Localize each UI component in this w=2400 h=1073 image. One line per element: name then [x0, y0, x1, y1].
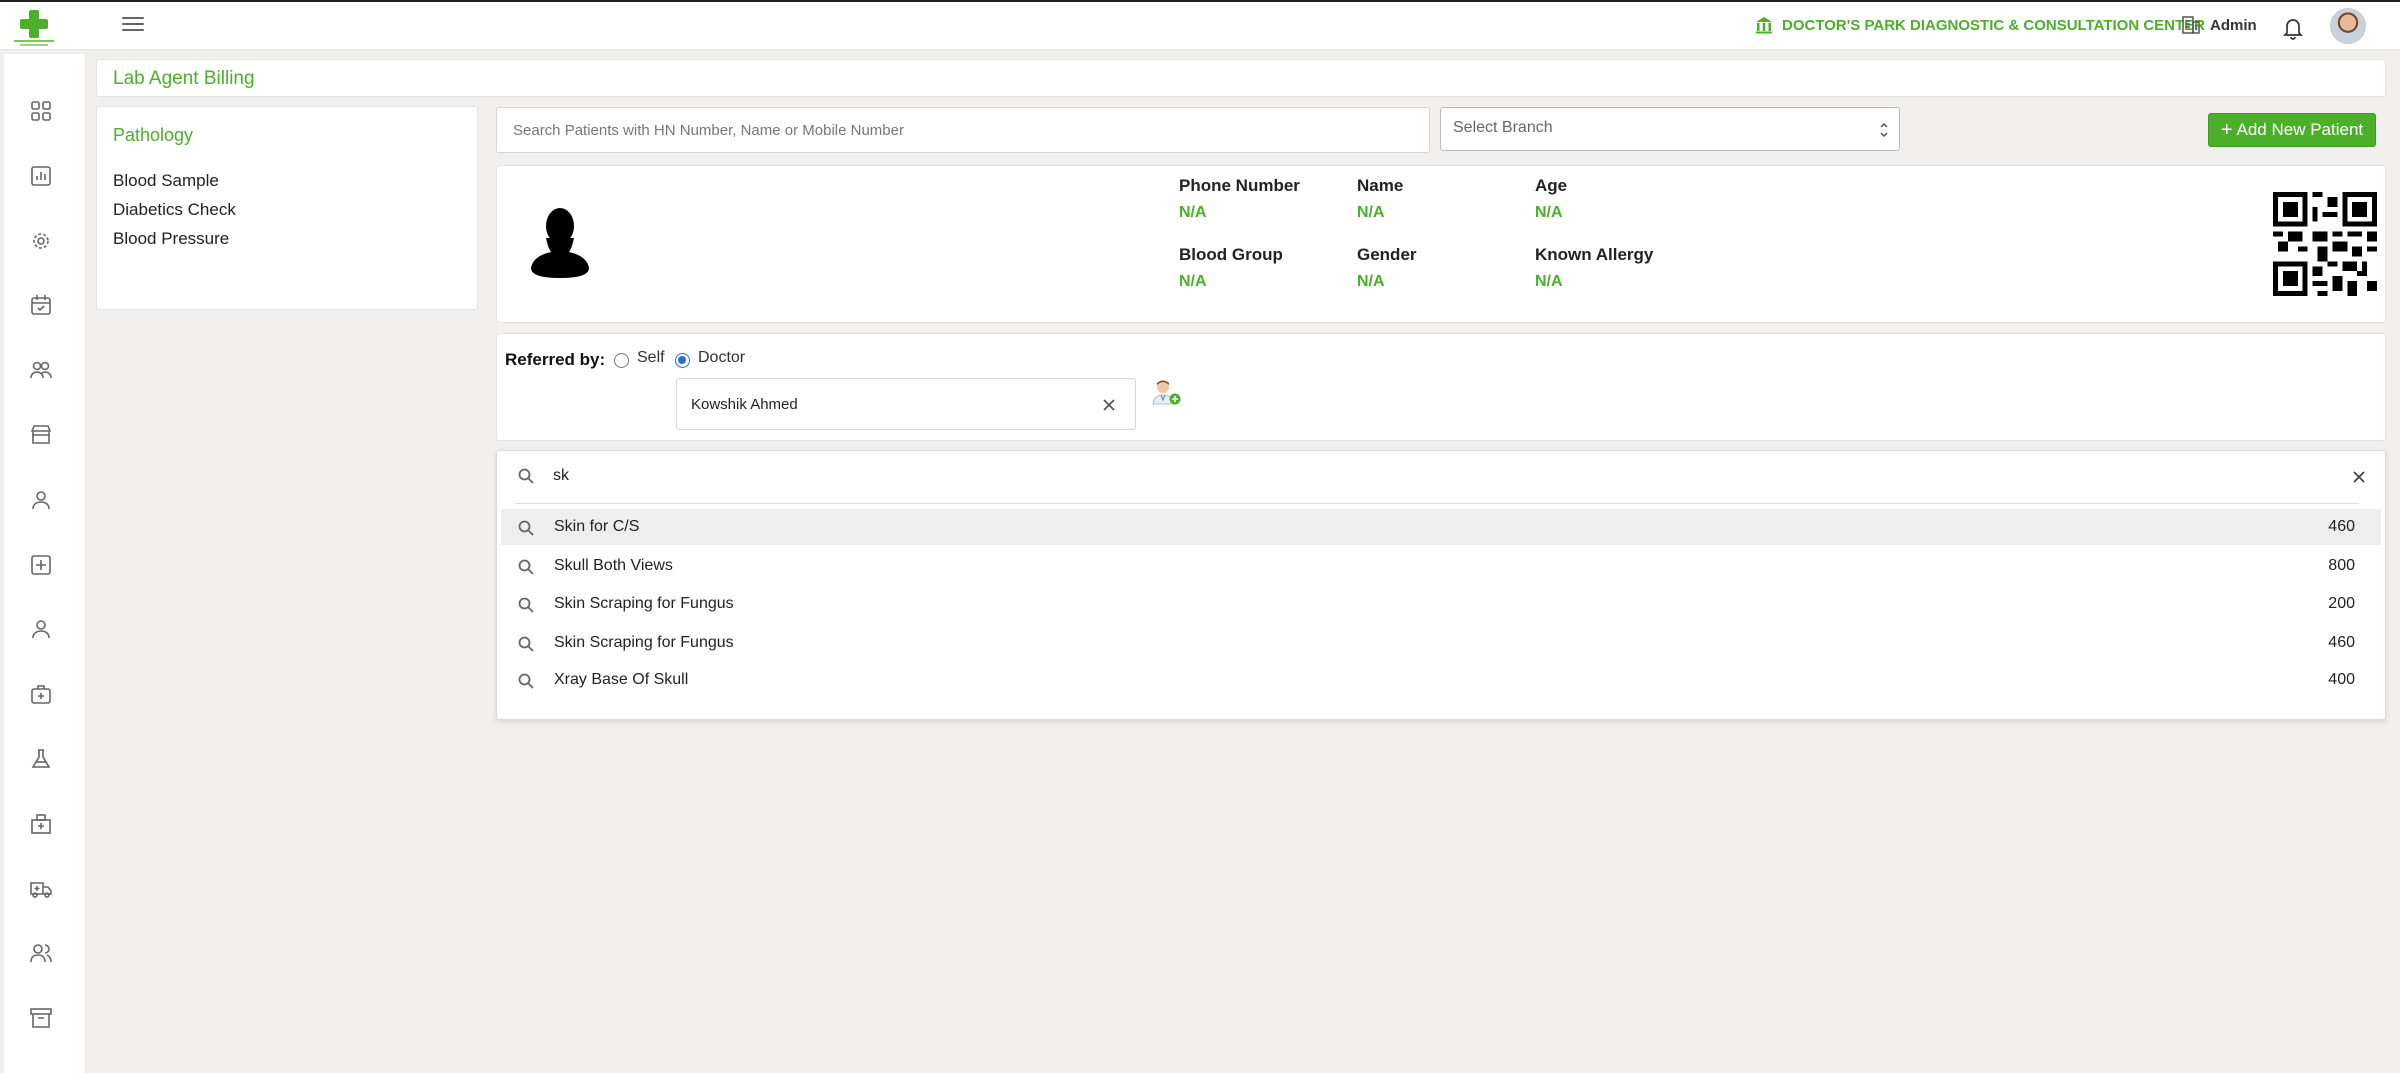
blood-group-value: N/A: [1179, 273, 1207, 290]
test-result-price: 800: [2328, 557, 2355, 574]
category-panel: Pathology Blood Sample Diabetics Check B…: [96, 106, 478, 310]
page-title: Lab Agent Billing: [113, 68, 255, 89]
test-result-item[interactable]: Skin for C/S 460: [501, 509, 2381, 545]
menu-toggle-icon[interactable]: [122, 17, 144, 33]
team-icon[interactable]: [28, 940, 54, 966]
dashboard-icon[interactable]: [28, 98, 54, 124]
branch-select[interactable]: Select Branch: [1440, 107, 1900, 151]
name-value: N/A: [1357, 204, 1385, 221]
test-result-item[interactable]: Skull Both Views 800: [501, 548, 2381, 584]
qr-code-icon: [2273, 192, 2377, 296]
test-result-name: Xray Base Of Skull: [554, 671, 689, 688]
add-new-patient-label: Add New Patient: [2236, 120, 2364, 139]
app-logo[interactable]: [12, 8, 56, 46]
add-doctor-icon[interactable]: [1149, 378, 1183, 410]
test-result-name: Skin Scraping for Fungus: [554, 595, 734, 612]
user-name: Admin: [2210, 16, 2257, 34]
select-arrows-icon: [1880, 122, 1888, 138]
top-bar: DOCTOR'S PARK DIAGNOSTIC & CONSULTATION …: [0, 0, 2400, 50]
test-result-price: 460: [2328, 634, 2355, 651]
calendar-check-icon[interactable]: [28, 292, 54, 318]
doctor-radio-label[interactable]: Doctor: [698, 349, 745, 367]
allergy-label: Known Allergy: [1535, 245, 1654, 264]
test-result-name: Skin Scraping for Fungus: [554, 634, 734, 651]
test-result-price: 400: [2328, 671, 2355, 688]
divider: [515, 503, 2359, 504]
search-icon: [518, 636, 534, 652]
phone-label: Phone Number: [1179, 176, 1300, 195]
organization-name: DOCTOR'S PARK DIAGNOSTIC & CONSULTATION …: [1754, 15, 2205, 35]
test-result-price: 460: [2328, 518, 2355, 535]
user-icon[interactable]: [28, 616, 54, 642]
patient-silhouette-icon: [531, 208, 589, 278]
age-label: Age: [1535, 176, 1568, 195]
medical-case-icon[interactable]: [28, 681, 54, 707]
patient-info-card: Phone Number N/A Name N/A Age N/A Blood …: [496, 165, 2386, 323]
test-result-name: Skull Both Views: [554, 557, 673, 574]
category-item[interactable]: Blood Sample: [113, 171, 219, 191]
search-icon: [518, 468, 534, 484]
allergy-value: N/A: [1535, 273, 1563, 290]
age-value: N/A: [1535, 204, 1563, 221]
doctor-select-field[interactable]: Kowshik Ahmed: [676, 378, 1136, 430]
ambulance-icon[interactable]: [28, 876, 54, 902]
search-icon: [518, 597, 534, 613]
doctor-select-value: Kowshik Ahmed: [691, 396, 798, 413]
gender-value: N/A: [1357, 273, 1385, 290]
left-sidebar: [4, 54, 86, 1073]
gender-label: Gender: [1357, 245, 1417, 264]
self-radio-label[interactable]: Self: [637, 349, 665, 367]
search-icon: [518, 673, 534, 689]
test-result-item[interactable]: Xray Base Of Skull 400: [501, 662, 2381, 698]
test-result-item[interactable]: Skin Scraping for Fungus 460: [501, 625, 2381, 661]
doctor-radio[interactable]: [675, 353, 690, 368]
search-icon: [518, 520, 534, 536]
hospital-icon[interactable]: [28, 811, 54, 837]
self-radio[interactable]: [614, 353, 629, 368]
users-group-icon[interactable]: [28, 357, 54, 383]
organization-name-text: DOCTOR'S PARK DIAGNOSTIC & CONSULTATION …: [1782, 16, 2206, 34]
branch-select-placeholder: Select Branch: [1453, 119, 1553, 136]
test-result-price: 200: [2328, 595, 2355, 612]
user-avatar[interactable]: [2330, 8, 2366, 44]
category-title[interactable]: Pathology: [113, 125, 193, 146]
page-header: Lab Agent Billing: [96, 59, 2386, 97]
patient-search-input[interactable]: [496, 107, 1430, 153]
referral-card: Referred by: Self Doctor Kowshik Ahmed: [496, 333, 2386, 441]
settings-icon[interactable]: [28, 228, 54, 254]
category-item[interactable]: Blood Pressure: [113, 229, 229, 249]
name-label: Name: [1357, 176, 1404, 195]
close-icon[interactable]: [1101, 397, 1117, 413]
chart-icon[interactable]: [28, 163, 54, 189]
bank-icon: [1756, 17, 1772, 34]
test-result-name: Skin for C/S: [554, 518, 640, 535]
category-item[interactable]: Diabetics Check: [113, 200, 236, 220]
archive-icon[interactable]: [28, 1005, 54, 1031]
add-new-patient-button[interactable]: + Add New Patient: [2208, 113, 2376, 147]
user-menu[interactable]: Admin: [2180, 14, 2257, 36]
store-icon[interactable]: [28, 422, 54, 448]
test-search-panel: Skin for C/S 460 Skull Both Views 800 Sk…: [496, 450, 2386, 720]
phone-value: N/A: [1179, 204, 1207, 221]
blood-group-label: Blood Group: [1179, 245, 1283, 264]
building-icon: [2182, 16, 2200, 34]
hospital-plus-icon[interactable]: [28, 552, 54, 578]
user-icon[interactable]: [28, 487, 54, 513]
search-icon: [518, 559, 534, 575]
close-icon[interactable]: [2351, 469, 2367, 485]
flask-icon[interactable]: [28, 746, 54, 772]
test-result-item[interactable]: Skin Scraping for Fungus 200: [501, 586, 2381, 622]
test-search-input[interactable]: [553, 459, 2313, 493]
notification-bell-icon[interactable]: [2282, 16, 2304, 40]
plus-icon: +: [2220, 119, 2233, 141]
referred-by-label: Referred by:: [505, 350, 606, 369]
